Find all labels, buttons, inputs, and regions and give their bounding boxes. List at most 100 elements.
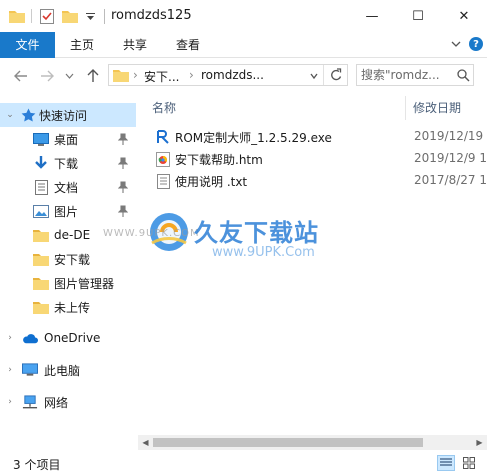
- nav-item-de-de[interactable]: de-DE: [0, 223, 136, 247]
- expand-chevron-icon[interactable]: ⌄: [5, 110, 15, 120]
- search-icon[interactable]: [457, 69, 470, 85]
- nav-item-label: 此电脑: [44, 363, 81, 378]
- folder-icon: [33, 275, 49, 291]
- nav-item-downloads[interactable]: 下载: [0, 151, 136, 175]
- expand-chevron-icon[interactable]: ›: [5, 365, 15, 375]
- column-header-name[interactable]: 名称: [152, 96, 176, 120]
- expand-chevron-icon[interactable]: ›: [5, 333, 15, 343]
- cloud-icon: [22, 330, 38, 346]
- help-icon[interactable]: ?: [469, 37, 483, 51]
- nav-item-quick-access[interactable]: ⌄ 快速访问: [0, 103, 136, 127]
- file-date: 2019/12/19 1: [414, 129, 487, 143]
- pin-icon[interactable]: [117, 204, 129, 218]
- close-button[interactable]: ✕: [441, 0, 487, 32]
- nav-item-label: 网络: [44, 395, 69, 410]
- nav-item-label: 下载: [54, 156, 79, 171]
- nav-item-label: 图片: [54, 204, 79, 219]
- column-header-date[interactable]: 修改日期: [413, 96, 461, 120]
- file-name: ROM定制大师_1.2.5.29.exe: [175, 131, 332, 145]
- nav-item-label: 快速访问: [39, 108, 88, 123]
- toolbar-separator: [30, 8, 32, 24]
- maximize-button[interactable]: ☐: [395, 0, 441, 32]
- details-view-icon[interactable]: [437, 455, 455, 471]
- title-bar: romdzds125 — ☐ ✕: [0, 0, 487, 32]
- scroll-left-icon[interactable]: ◀: [138, 435, 153, 450]
- refresh-icon[interactable]: [330, 68, 343, 85]
- file-name: 使用说明 .txt: [175, 175, 248, 189]
- nav-item-label: 未上传: [54, 300, 91, 315]
- scroll-right-icon[interactable]: ▶: [472, 435, 487, 450]
- nav-item-anxiazai[interactable]: 安下载: [0, 247, 136, 271]
- breadcrumb-separator: ›: [189, 68, 194, 82]
- pin-icon[interactable]: [117, 132, 129, 146]
- chevron-down-icon[interactable]: [309, 70, 319, 84]
- folder-icon: [33, 227, 49, 243]
- address-bar[interactable]: › 安下... › romdzds...: [108, 64, 348, 86]
- breadcrumb-item[interactable]: romdzds...: [201, 68, 264, 82]
- nav-item-not-uploaded[interactable]: 未上传: [0, 295, 136, 319]
- folder-icon: [113, 68, 129, 85]
- tab-file[interactable]: 文件: [0, 32, 55, 58]
- breadcrumb-separator: ›: [133, 68, 138, 82]
- back-arrow-icon[interactable]: [12, 68, 30, 84]
- nav-item-documents[interactable]: 文档: [0, 175, 136, 199]
- file-date: 2017/8/27 16: [414, 173, 487, 187]
- tab-share[interactable]: 共享: [113, 32, 157, 58]
- nav-item-label: 文档: [54, 180, 79, 195]
- breadcrumb-item[interactable]: 安下...: [144, 68, 179, 85]
- status-bar: 3 个项目: [0, 450, 487, 474]
- properties-icon[interactable]: [38, 8, 56, 24]
- desktop-icon: [33, 131, 49, 147]
- exe-icon: [155, 129, 171, 145]
- forward-arrow-icon[interactable]: [38, 68, 56, 84]
- file-date: 2019/12/9 12: [414, 151, 487, 165]
- tab-home[interactable]: 主页: [60, 32, 104, 58]
- network-icon: [22, 394, 38, 410]
- explorer-window: romdzds125 — ☐ ✕ 文件 主页 共享 查看 ? › 安下... ›…: [0, 0, 487, 474]
- nav-item-network[interactable]: › 网络: [0, 390, 136, 414]
- search-input[interactable]: [361, 67, 453, 83]
- new-folder-icon[interactable]: [61, 8, 79, 24]
- column-divider[interactable]: [405, 96, 406, 120]
- up-arrow-icon[interactable]: [84, 68, 102, 84]
- file-row[interactable]: 安下载帮助.htm 2019/12/9 12: [138, 148, 487, 170]
- recent-locations-icon[interactable]: [62, 68, 76, 84]
- file-row[interactable]: ROM定制大师_1.2.5.29.exe 2019/12/19 1: [138, 126, 487, 148]
- nav-item-label: 安下载: [54, 252, 91, 267]
- download-icon: [33, 155, 49, 171]
- navigation-pane: ⌄ 快速访问 桌面 下载 文档 图片 de-DE 安下载 图片管理器 未上传 ›…: [0, 96, 136, 448]
- item-count: 3 个项目: [13, 458, 61, 472]
- expand-ribbon-icon[interactable]: [451, 37, 461, 51]
- file-row[interactable]: 使用说明 .txt 2017/8/27 16: [138, 170, 487, 192]
- folder-icon: [33, 299, 49, 315]
- scroll-thumb[interactable]: [153, 438, 423, 447]
- nav-item-picture-manager[interactable]: 图片管理器: [0, 271, 136, 295]
- nav-item-this-pc[interactable]: › 此电脑: [0, 358, 136, 382]
- title-separator: [104, 9, 105, 24]
- htm-icon: [155, 151, 171, 167]
- file-list: 名称 修改日期 ROM定制大师_1.2.5.29.exe 2019/12/19 …: [138, 96, 487, 448]
- expand-chevron-icon[interactable]: ›: [5, 397, 15, 407]
- search-box: [356, 64, 474, 86]
- customize-toolbar-icon[interactable]: [83, 8, 97, 24]
- txt-icon: [155, 173, 171, 189]
- nav-item-pictures[interactable]: 图片: [0, 199, 136, 223]
- large-icons-view-icon[interactable]: [460, 455, 478, 471]
- window-title: romdzds125: [111, 8, 192, 23]
- ribbon-tabs: 文件 主页 共享 查看 ?: [0, 32, 487, 58]
- nav-item-label: 图片管理器: [54, 276, 115, 291]
- nav-item-label: OneDrive: [44, 331, 101, 345]
- nav-item-onedrive[interactable]: › OneDrive: [0, 326, 136, 350]
- nav-item-desktop[interactable]: 桌面: [0, 127, 136, 151]
- folder-icon[interactable]: [8, 8, 26, 24]
- computer-icon: [22, 362, 38, 378]
- minimize-button[interactable]: —: [349, 0, 395, 32]
- pin-icon[interactable]: [117, 156, 129, 170]
- folder-icon: [33, 251, 49, 267]
- horizontal-scrollbar[interactable]: ◀ ▶: [138, 435, 487, 450]
- picture-icon: [33, 203, 49, 219]
- tab-view[interactable]: 查看: [166, 32, 210, 58]
- star-icon: [20, 107, 36, 123]
- document-icon: [33, 179, 49, 195]
- pin-icon[interactable]: [117, 180, 129, 194]
